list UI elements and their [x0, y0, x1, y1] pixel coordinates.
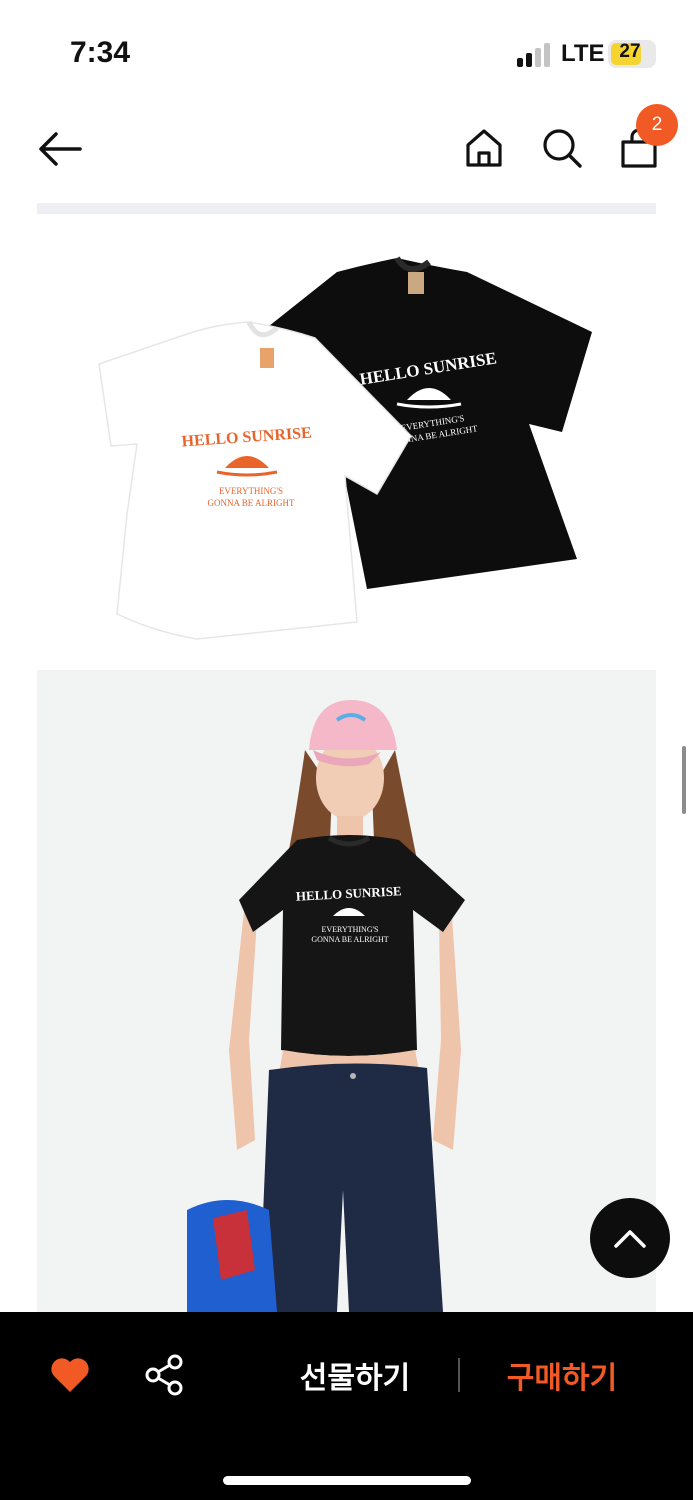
scroll-to-top-button[interactable] [590, 1198, 670, 1278]
home-button[interactable] [462, 126, 506, 170]
white-tee-print-line-2: GONNA BE ALRIGHT [208, 498, 296, 508]
model-tee-print-line-1: EVERYTHING'S [322, 925, 379, 934]
share-icon [145, 1354, 183, 1396]
signal-strength-icon [517, 43, 553, 67]
scroll-indicator[interactable] [682, 746, 686, 814]
status-bar: 7:34 LTE 27 [0, 0, 693, 100]
share-button[interactable] [144, 1354, 186, 1396]
back-button[interactable] [36, 128, 84, 170]
cart-count-badge: 2 [636, 104, 678, 146]
search-icon [543, 129, 582, 168]
like-button[interactable] [48, 1352, 92, 1396]
white-tee-print-line-1: EVERYTHING'S [219, 486, 283, 496]
right-arm [433, 902, 461, 1150]
search-button[interactable] [540, 126, 584, 170]
heart-icon [51, 1358, 89, 1392]
gift-button[interactable]: 선물하기 [270, 1350, 440, 1400]
top-nav [0, 110, 693, 190]
network-type: LTE [561, 40, 605, 67]
buy-button[interactable]: 구매하기 [478, 1350, 646, 1400]
product-detail-page: 7:34 LTE 27 2 HELLO SUNRISE EVERYTHING'S… [0, 0, 693, 1500]
home-icon [466, 129, 502, 167]
denim-jeans [259, 1063, 443, 1312]
arrow-left-icon [39, 132, 82, 166]
battery-icon: 27 [608, 40, 656, 68]
battery-level: 27 [619, 41, 641, 62]
left-arm [229, 902, 257, 1150]
bottom-action-bar: 선물하기 구매하기 [0, 1312, 693, 1500]
home-indicator[interactable] [223, 1476, 471, 1485]
model-tee-print-line-2: GONNA BE ALRIGHT [311, 935, 388, 944]
black-tshirt [239, 835, 465, 1056]
tshirt-pair-photo: HELLO SUNRISE EVERYTHING'S GONNA BE ALRI… [37, 214, 656, 654]
section-divider [37, 203, 656, 214]
pink-cap [309, 700, 397, 750]
model-wearing-black-tshirt-photo: HELLO SUNRISE EVERYTHING'S GONNA BE ALRI… [37, 670, 656, 1312]
status-time: 7:34 [70, 36, 131, 69]
chevron-up-icon [614, 1230, 646, 1248]
action-divider [458, 1358, 460, 1392]
